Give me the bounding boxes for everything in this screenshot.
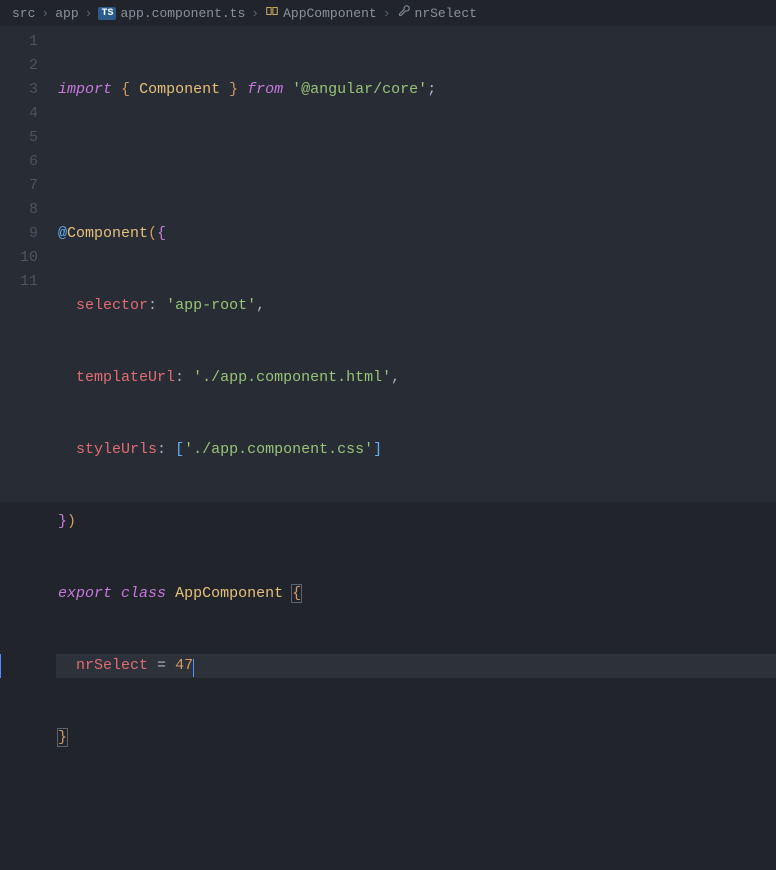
code-content[interactable]: import { Component } from '@angular/core… — [56, 26, 776, 502]
crumb-app[interactable]: app — [55, 6, 78, 21]
crumb-label: AppComponent — [283, 6, 377, 21]
code-line-11 — [56, 798, 776, 822]
class-icon — [265, 4, 279, 22]
chevron-right-icon: › — [85, 6, 93, 21]
line-number[interactable]: 1 — [12, 30, 38, 54]
chevron-right-icon: › — [251, 6, 259, 21]
line-number[interactable]: 2 — [12, 54, 38, 78]
crumb-member[interactable]: nrSelect — [397, 4, 477, 22]
line-number[interactable]: 9 — [12, 222, 38, 246]
line-number[interactable]: 3 — [12, 78, 38, 102]
code-line-2 — [56, 150, 776, 174]
code-line-3: @Component({ — [56, 222, 776, 246]
line-number[interactable]: 11 — [12, 270, 38, 294]
crumb-src[interactable]: src — [12, 6, 35, 21]
crumb-label: src — [12, 6, 35, 21]
code-line-10: } — [56, 726, 776, 750]
code-editor[interactable]: 1 2 3 4 5 6 7 8 9 10 11 import { Compone… — [0, 26, 776, 502]
line-number[interactable]: 8 — [12, 198, 38, 222]
crumb-label: app — [55, 6, 78, 21]
code-line-5: templateUrl: './app.component.html', — [56, 366, 776, 390]
chevron-right-icon: › — [383, 6, 391, 21]
typescript-icon: TS — [98, 7, 116, 20]
wrench-icon — [397, 4, 411, 22]
crumb-file[interactable]: TS app.component.ts — [98, 6, 245, 21]
code-line-1: import { Component } from '@angular/core… — [56, 78, 776, 102]
crumb-class[interactable]: AppComponent — [265, 4, 377, 22]
line-number[interactable]: 7 — [12, 174, 38, 198]
crumb-label: nrSelect — [415, 6, 477, 21]
line-number[interactable]: 5 — [12, 126, 38, 150]
line-number[interactable]: 6 — [12, 150, 38, 174]
crumb-label: app.component.ts — [120, 6, 245, 21]
line-number[interactable]: 4 — [12, 102, 38, 126]
line-number-gutter: 1 2 3 4 5 6 7 8 9 10 11 — [0, 26, 56, 502]
code-line-4: selector: 'app-root', — [56, 294, 776, 318]
code-line-6: styleUrls: ['./app.component.css'] — [56, 438, 776, 462]
chevron-right-icon: › — [41, 6, 49, 21]
breadcrumb: src › app › TS app.component.ts › AppCom… — [0, 0, 776, 26]
text-cursor — [193, 659, 194, 677]
line-number[interactable]: 10 — [12, 246, 38, 270]
code-line-7: }) — [56, 510, 776, 534]
code-line-9: nrSelect = 47 — [56, 654, 776, 678]
code-line-8: export class AppComponent { — [56, 582, 776, 606]
